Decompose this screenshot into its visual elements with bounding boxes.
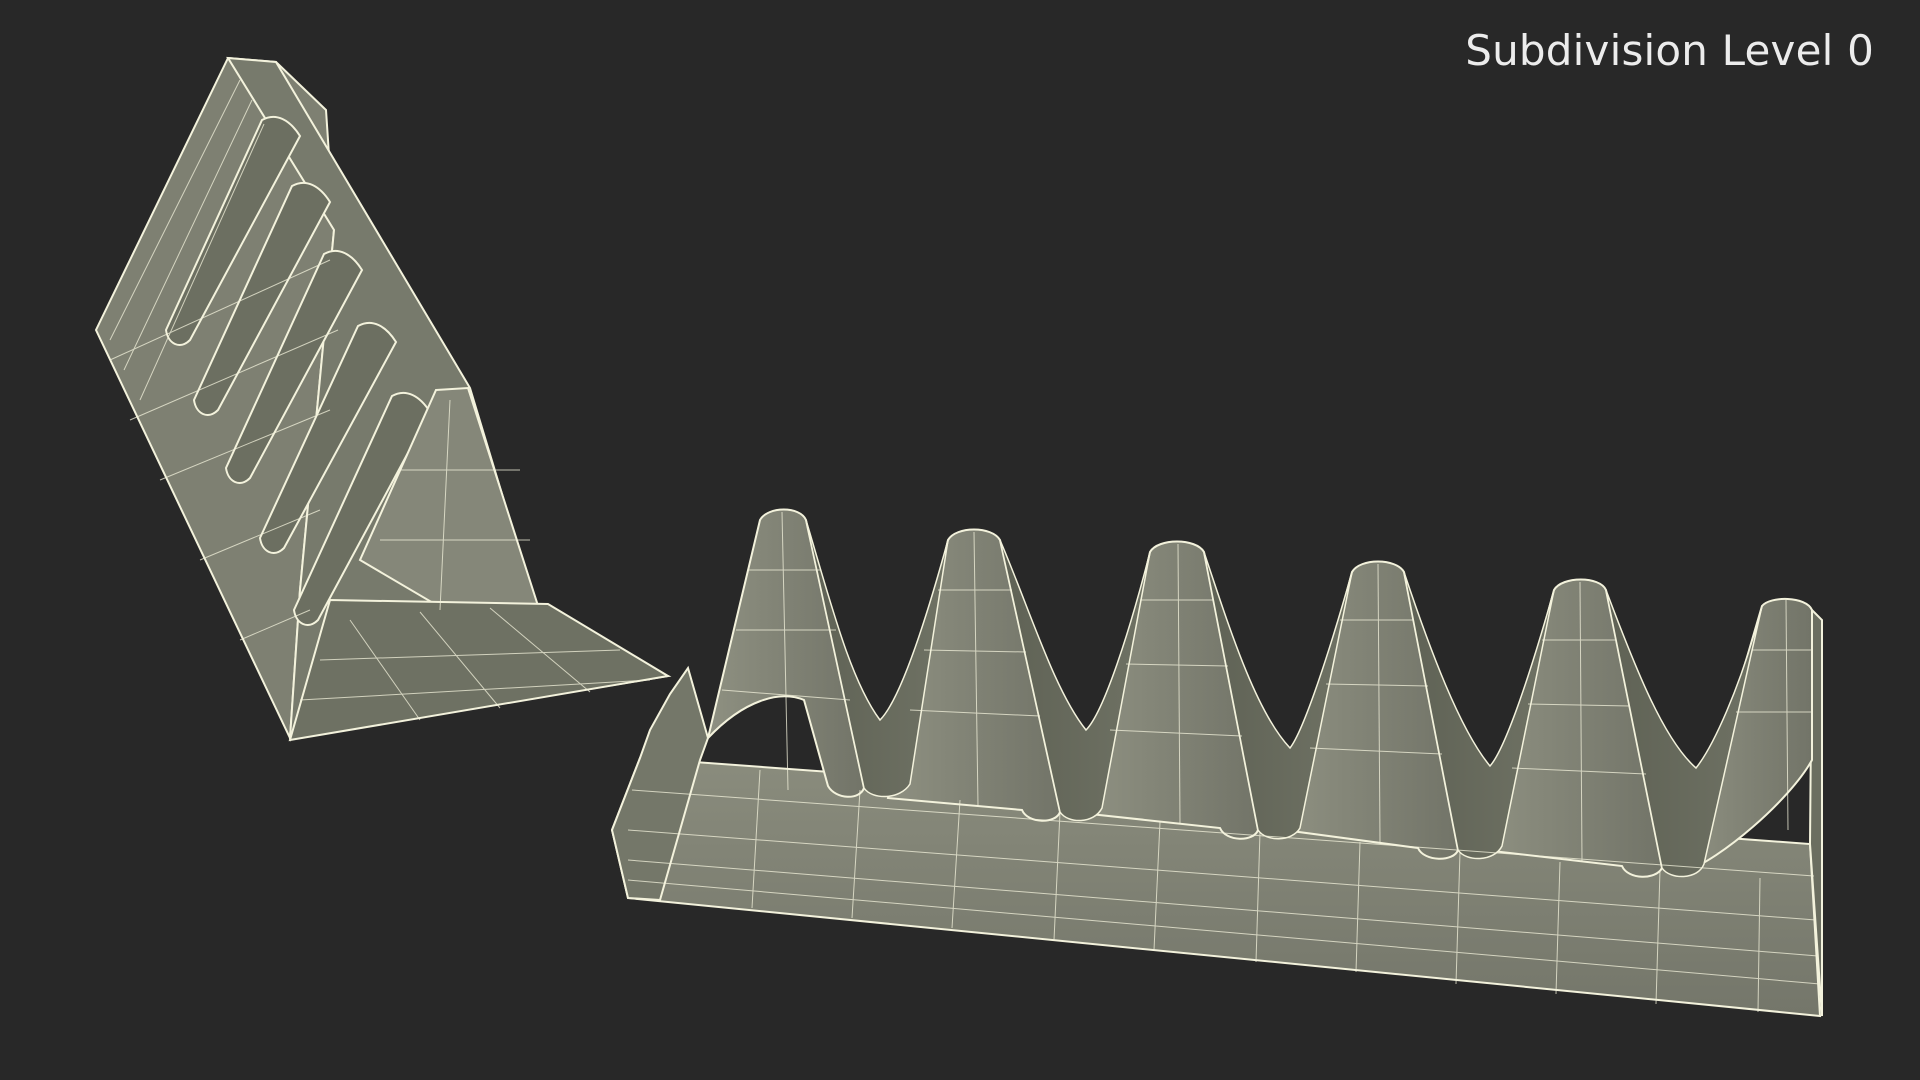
viewport: Subdivision Level 0 [0,0,1920,1080]
triangular-chocolate-piece [94,56,672,742]
wireframe-render [94,56,1823,1018]
chocolate-bar-segment [610,508,1823,1018]
piece-broken-face [288,598,671,742]
